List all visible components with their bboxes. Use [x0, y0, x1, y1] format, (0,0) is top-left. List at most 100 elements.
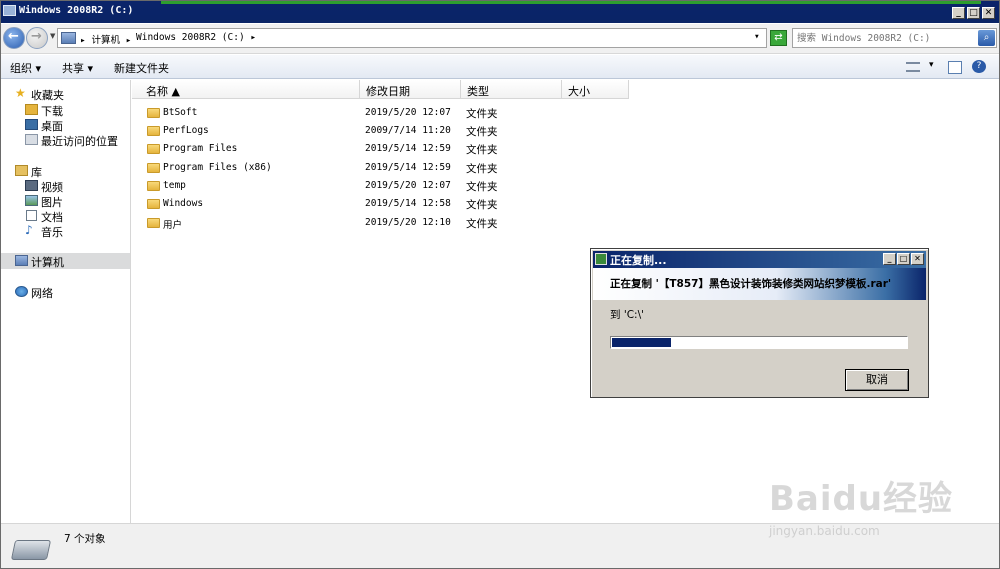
breadcrumb-computer[interactable]: ▸ 计算机 ▸ [80, 32, 131, 46]
search-input[interactable] [797, 31, 972, 46]
file-name: PerfLogs [163, 125, 209, 136]
preview-pane-icon[interactable] [948, 61, 962, 74]
refresh-button[interactable]: ⇄ [770, 30, 787, 46]
folder-icon [147, 163, 160, 173]
library-icon [15, 165, 28, 176]
file-row[interactable]: temp 2019/5/20 12:07 文件夹 [132, 177, 732, 195]
sidebar-item-music[interactable]: ♪ 音乐 [1, 223, 130, 239]
refresh-icon: ⇄ [774, 32, 783, 43]
address-dropdown-icon[interactable]: ▾ [754, 31, 760, 42]
minimize-button[interactable]: _ [952, 7, 965, 19]
title-bar[interactable]: Windows 2008R2 (C:) _ □ ✕ [1, 1, 999, 23]
file-type: 文件夹 [466, 144, 498, 156]
sidebar-item-libraries[interactable]: 库 [1, 163, 130, 179]
sidebar-item-label: 最近访问的位置 [41, 135, 118, 148]
folder-icon [147, 181, 160, 191]
file-type: 文件夹 [466, 126, 498, 138]
share-button[interactable]: 共享 ▾ [62, 60, 93, 76]
file-row[interactable]: Windows 2019/5/14 12:58 文件夹 [132, 195, 732, 213]
column-header-size[interactable]: 大小 [562, 80, 629, 99]
hard-drive-icon [10, 540, 52, 560]
sidebar-item-desktop[interactable]: 桌面 [1, 117, 130, 133]
column-header-label: 修改日期 [366, 85, 410, 98]
address-bar-row: ← → ▼ ▸ 计算机 ▸ Windows 2008R2 (C:) ▸ ▾ ⇄ … [1, 24, 999, 54]
item-count: 7 个对象 [64, 533, 106, 545]
file-row[interactable]: BtSoft 2019/5/20 12:07 文件夹 [132, 104, 732, 122]
help-icon[interactable]: ? [972, 60, 986, 73]
sidebar-item-favorites[interactable]: ★ 收藏夹 [1, 86, 130, 102]
document-icon [26, 210, 37, 221]
sidebar-item-recent[interactable]: 最近访问的位置 [1, 132, 130, 148]
dialog-close-button[interactable]: ✕ [911, 253, 924, 265]
file-type: 文件夹 [466, 181, 498, 193]
progress-fill [612, 338, 671, 347]
file-type: 文件夹 [466, 218, 498, 230]
view-options-icon[interactable] [906, 62, 920, 72]
sidebar-item-computer[interactable]: 计算机 [1, 253, 130, 269]
column-header-name[interactable]: 名称 ▲ [132, 80, 360, 99]
file-name: temp [163, 180, 186, 191]
folder-icon [147, 218, 160, 228]
file-type: 文件夹 [466, 108, 498, 120]
folder-icon [147, 126, 160, 136]
file-date: 2009/7/14 11:20 [365, 125, 451, 136]
history-dropdown-icon[interactable]: ▼ [50, 32, 55, 40]
video-icon [25, 180, 38, 191]
file-row[interactable]: PerfLogs 2009/7/14 11:20 文件夹 [132, 122, 732, 140]
star-icon: ★ [15, 86, 26, 100]
explorer-window: Windows 2008R2 (C:) _ □ ✕ ← → ▼ ▸ 计算机 ▸ … [0, 0, 1000, 569]
dialog-minimize-button[interactable]: _ [883, 253, 896, 265]
copy-icon [595, 253, 607, 265]
breadcrumb-drive[interactable]: Windows 2008R2 (C:) ▸ [136, 32, 256, 43]
column-header-label: 类型 [467, 85, 489, 98]
file-date: 2019/5/20 12:10 [365, 217, 451, 228]
copy-message: 正在复制 '【T857】黑色设计装饰装修类网站织梦模板.rar' [610, 278, 892, 290]
file-date: 2019/5/20 12:07 [365, 107, 451, 118]
search-box[interactable]: ⌕ [792, 28, 997, 48]
file-row[interactable]: Program Files (x86) 2019/5/14 12:59 文件夹 [132, 159, 732, 177]
column-header-type[interactable]: 类型 [461, 80, 562, 99]
close-button[interactable]: ✕ [982, 7, 995, 19]
copy-progress-dialog: 正在复制... _ □ ✕ 正在复制 '【T857】黑色设计装饰装修类网站织梦模… [590, 248, 929, 398]
back-button[interactable]: ← [3, 27, 25, 49]
watermark-logo: Baidu经验 [769, 479, 954, 519]
column-header-label: 大小 [568, 85, 590, 98]
folder-icon [147, 144, 160, 154]
sidebar-item-label: 音乐 [41, 226, 63, 239]
network-icon [15, 286, 28, 297]
file-date: 2019/5/14 12:58 [365, 198, 451, 209]
sidebar-item-documents[interactable]: 文档 [1, 208, 130, 224]
file-type: 文件夹 [466, 163, 498, 175]
organize-button[interactable]: 组织 ▾ [10, 60, 41, 76]
window-title: Windows 2008R2 (C:) [19, 5, 134, 16]
forward-button[interactable]: → [26, 27, 48, 49]
search-icon[interactable]: ⌕ [978, 30, 995, 46]
view-dropdown-icon[interactable]: ▾ [929, 60, 934, 70]
command-bar: 组织 ▾ 共享 ▾ 新建文件夹 ▾ ? [1, 55, 999, 79]
copy-destination: 到 'C:\' [610, 309, 645, 321]
sidebar-item-videos[interactable]: 视频 [1, 178, 130, 194]
cancel-button[interactable]: 取消 [845, 369, 909, 391]
locked-folder-icon [147, 108, 160, 118]
sidebar-item-label: 网络 [31, 287, 53, 300]
file-date: 2019/5/14 12:59 [365, 143, 451, 154]
dialog-title-bar[interactable]: 正在复制... _ □ ✕ [593, 251, 926, 268]
file-row[interactable]: Program Files 2019/5/14 12:59 文件夹 [132, 140, 732, 158]
desktop-icon [25, 119, 38, 130]
sidebar-item-pictures[interactable]: 图片 [1, 193, 130, 209]
file-date: 2019/5/14 12:59 [365, 162, 451, 173]
taskbar-accent-line [161, 1, 981, 4]
file-date: 2019/5/20 12:07 [365, 180, 451, 191]
file-row[interactable]: 用户 2019/5/20 12:10 文件夹 [132, 214, 732, 232]
address-box[interactable]: ▸ 计算机 ▸ Windows 2008R2 (C:) ▸ ▾ [57, 28, 767, 48]
column-header-modified[interactable]: 修改日期 [360, 80, 461, 99]
new-folder-button[interactable]: 新建文件夹 [114, 60, 169, 76]
recent-places-icon [25, 134, 38, 145]
maximize-button[interactable]: □ [967, 7, 980, 19]
sidebar-item-downloads[interactable]: 下载 [1, 102, 130, 118]
copy-progress-bar [610, 336, 908, 349]
file-type: 文件夹 [466, 199, 498, 211]
sidebar-item-network[interactable]: 网络 [1, 284, 130, 300]
dialog-maximize-button[interactable]: □ [897, 253, 910, 265]
computer-icon [15, 255, 28, 266]
